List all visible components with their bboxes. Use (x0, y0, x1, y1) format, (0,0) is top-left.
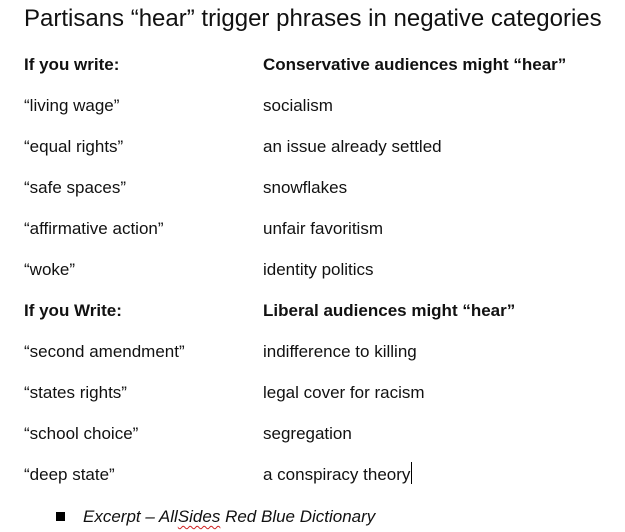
document-title: Partisans “hear” trigger phrases in nega… (24, 5, 602, 32)
section1-header-right: Conservative audiences might “hear” (263, 55, 567, 74)
source-name-part-b: Sides (177, 507, 221, 526)
section1-header-row: If you write: Conservative audiences mig… (0, 51, 625, 79)
heard-cell: snowflakes (263, 178, 348, 197)
table-row: “second amendment” indifference to killi… (0, 338, 625, 366)
table-row: “deep state” a conspiracy theory (0, 461, 625, 489)
phrase-cell: “second amendment” (24, 342, 185, 361)
table-row: “equal rights” an issue already settled (0, 133, 625, 161)
heard-cell: unfair favoritism (263, 219, 383, 238)
section1-header-left: If you write: (24, 55, 120, 74)
table-row: “states rights” legal cover for racism (0, 379, 625, 407)
phrase-cell: “deep state” (24, 465, 115, 484)
source-note-text: Excerpt – AllSides Red Blue Dictionary (83, 507, 375, 526)
section2-header-right: Liberal audiences might “hear” (263, 301, 516, 320)
phrase-cell: “affirmative action” (24, 219, 164, 238)
phrase-cell: “school choice” (24, 424, 139, 443)
section2-header-row: If you Write: Liberal audiences might “h… (0, 297, 625, 325)
table-row: “living wage” socialism (0, 92, 625, 120)
square-bullet-icon (56, 512, 65, 521)
section2-header-left: If you Write: (24, 301, 122, 320)
source-name-part-c: Red Blue Dictionary (220, 507, 376, 526)
phrase-cell: “safe spaces” (24, 178, 127, 197)
heard-cell: indifference to killing (263, 342, 417, 361)
heard-cell: socialism (263, 96, 333, 115)
heard-cell: legal cover for racism (263, 383, 425, 402)
heard-cell: a conspiracy theory (263, 465, 411, 484)
source-prefix: Excerpt – (83, 507, 159, 526)
table-row: “affirmative action” unfair favoritism (0, 215, 625, 243)
phrase-cell: “equal rights” (24, 137, 124, 156)
source-name-part-a: All (158, 507, 178, 526)
phrase-cell: “living wage” (24, 96, 120, 115)
table-row: “school choice” segregation (0, 420, 625, 448)
heard-cell: segregation (263, 424, 352, 443)
heard-cell: identity politics (263, 260, 374, 279)
heard-cell-with-cursor[interactable]: a conspiracy theory (263, 461, 413, 489)
phrase-cell: “states rights” (24, 383, 127, 402)
table-row: “safe spaces” snowflakes (0, 174, 625, 202)
phrase-cell: “woke” (24, 260, 76, 279)
heard-cell: an issue already settled (263, 137, 442, 156)
table-row: “woke” identity politics (0, 256, 625, 284)
source-note: Excerpt – AllSides Red Blue Dictionary (56, 504, 375, 530)
text-cursor (411, 462, 413, 484)
